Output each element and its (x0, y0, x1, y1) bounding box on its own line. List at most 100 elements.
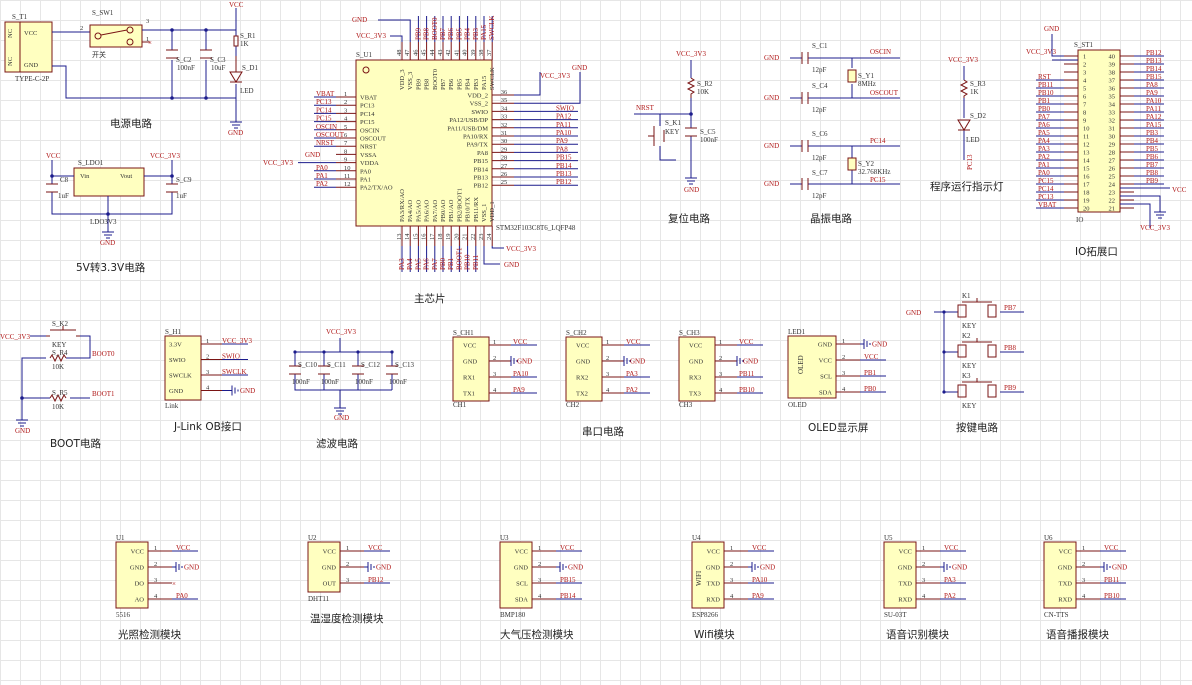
mcu-pin-name: VDD_3 (399, 69, 406, 90)
io-net-right: PB14 (1146, 65, 1162, 73)
led-d2 (957, 119, 971, 131)
mcu-pin-name: VDDA (360, 160, 379, 167)
mcu-pin-number: 1 (344, 91, 347, 98)
mcu-pin-name: PB11/RX (473, 197, 480, 222)
io-pin-right: 23 (1109, 190, 1116, 197)
c4-ref: S_C4 (812, 82, 828, 90)
caption-ldo: 5V转3.3V电路 (76, 261, 146, 274)
key-pad-left (957, 304, 967, 318)
io-net-right: PA12 (1146, 113, 1162, 121)
mcu-net-label: PA7 (431, 258, 439, 270)
mcu-net-label: GND (352, 16, 367, 24)
mcu-pin-number: 32 (501, 122, 508, 129)
oled-pin-number: 2 (842, 354, 845, 361)
junction (942, 310, 946, 314)
serial-header-1[interactable]: S_CH1CH1VCC 1 VCCGND 2 GNDRX1 3 PA10TX1 4 PA9 (452, 329, 537, 409)
key-2[interactable]: K2 KEY PB8 (942, 332, 1024, 370)
serial-header-3[interactable]: S_CH3CH3VCC 1 VCCGND 2 GNDRX3 3 PB11TX3 4 PB10 (678, 329, 763, 409)
key-ref: K3 (962, 372, 971, 380)
io-net-right: PB4 (1146, 137, 1159, 145)
led-d1 (229, 71, 243, 83)
mcu-pin-name: PA7/AO (432, 200, 439, 222)
io-net-right: PB9 (1146, 177, 1159, 185)
mcu-pin-name: PB1/AO (448, 199, 455, 222)
io-net-right: PB12 (1146, 49, 1162, 57)
mcu-pin-name: VSS_1 (481, 204, 488, 222)
mcu-net-label: PB0 (439, 257, 447, 270)
module-u5[interactable]: U5SU-03TVCC 1 VCCGND 2 GNDTXD 3 PA3RXD 4 PA2 (883, 534, 967, 619)
r5-value: 10K (52, 403, 64, 411)
mcu-pin-name: VDD_1 (489, 201, 496, 222)
io-pin-right: 24 (1109, 182, 1116, 189)
module-u1[interactable]: U15516VCC 1 VCCGND 2 GNDDO 3 ×AO 4 PA0 (115, 534, 199, 619)
module-net-label: PA3 (944, 576, 956, 584)
module-u6[interactable]: U6CN-TTSVCC 1 VCCGND 2 GNDTXD 3 PB11RXD 4 PB10 (1043, 534, 1127, 619)
key-pad-left (957, 344, 967, 358)
caption-jlink: J-Link OB接口 (173, 420, 242, 433)
io-pin-right: 40 (1109, 54, 1116, 61)
mcu-pin-name: SWIO (471, 109, 488, 116)
serial-part: CH2 (566, 401, 580, 409)
mcu-pin-name: VSSA (360, 152, 377, 159)
serial-pin-name: VCC (689, 343, 702, 350)
serial-pin-name: GND (576, 359, 590, 366)
mcu-pin-name: PA11/USB/DM (447, 125, 488, 132)
module-u3[interactable]: U3BMP180VCC 1 VCCGND 2 GNDSCL 3 PB15SDA 4 PB14 (499, 534, 583, 619)
c7-value: 12pF (812, 192, 827, 200)
serial-ref: S_CH1 (453, 329, 474, 337)
mcu-pin-name: PB0/AO (440, 199, 447, 222)
module-u4[interactable]: U4ESP8266WIFIVCC 1 VCCGND 2 GNDTXD 3 PA10RXD 4 P… (691, 534, 775, 619)
c2-ref: S_C2 (176, 56, 192, 64)
serial-pin-number: 1 (493, 339, 496, 346)
mcu-pin-name: VBAT (360, 95, 377, 102)
serial-pin-number: 2 (493, 355, 496, 362)
jlink-pin-name: SWIO (169, 357, 186, 364)
sw-label: 开关 (92, 50, 106, 59)
oled-ref: LED1 (788, 328, 806, 336)
caption-io: IO拓展口 (1075, 246, 1118, 258)
module-ref: U5 (884, 534, 893, 542)
y2-value: 32.768KHz (858, 168, 890, 176)
t1-pin-gnd: GND (24, 62, 38, 69)
key-ref: K1 (962, 292, 971, 300)
module-part: BMP180 (500, 611, 526, 619)
module-pin-number: 2 (1082, 561, 1085, 568)
c9-value: 1uF (176, 192, 187, 200)
filter-cap-ref: S_C10 (298, 361, 318, 369)
jlink-pin-name: SWCLK (169, 373, 192, 380)
mcu-ref: S_U1 (356, 51, 372, 59)
k2-value: KEY (52, 341, 66, 349)
io-pin-left: 18 (1083, 190, 1090, 197)
module-u2[interactable]: U2 DHT11 VCC 1 VCC GND 2 GND OUT 3 PB12 (307, 534, 391, 603)
mcu-pin-number: 19 (445, 234, 452, 241)
led-net-label: PC13 (966, 154, 974, 170)
serial-header-2[interactable]: S_CH2CH2VCC 1 VCCGND 2 GNDRX2 3 PA3TX2 4 PA2 (565, 329, 650, 409)
io-net-right: PA8 (1146, 81, 1158, 89)
key-1[interactable]: K1 KEY PB7 (942, 292, 1024, 330)
ldo-gnd-label: GND (100, 239, 115, 247)
mcu-net-label: PB13 (556, 170, 572, 178)
io-net-left: PA4 (1038, 137, 1050, 145)
module-pin-name: VCC (707, 549, 720, 556)
serial-pin-number: 3 (493, 371, 496, 378)
io-pin-right: 26 (1109, 166, 1116, 173)
serial-net-label: VCC (739, 338, 754, 346)
reset-key[interactable] (648, 126, 665, 146)
power-switch[interactable] (89, 24, 143, 48)
mcu-net-label: PB10 (464, 254, 472, 270)
mcu-pin-number: 45 (421, 50, 428, 57)
module-net-label: PB15 (560, 576, 576, 584)
mcu-pin-number: 36 (501, 89, 508, 96)
jlink-header: S_H1 Link 3.3V 1 VCC_3V3 SWIO 2 SWIO SWCLK 3 SWC… (164, 328, 255, 433)
mcu-pin-number: 39 (470, 50, 477, 57)
caption-led: 程序运行指示灯 (930, 180, 1004, 193)
mcu-net-label: GND (504, 261, 519, 269)
serial-ref: S_CH2 (566, 329, 587, 337)
module-pin-name: GND (1058, 565, 1072, 572)
serial-pin-number: 2 (606, 355, 609, 362)
caption-reset: 复位电路 (668, 212, 710, 225)
io-pin-left: 10 (1083, 126, 1090, 133)
boot1-label: BOOT1 (92, 390, 115, 398)
module-pin-name: GND (130, 565, 144, 572)
key-3[interactable]: K3 KEY PB9 (942, 372, 1024, 410)
